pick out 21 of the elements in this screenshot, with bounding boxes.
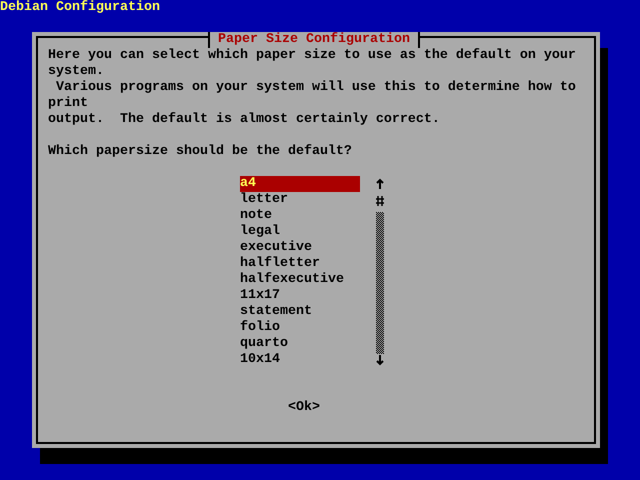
description-line: Various programs on your system will use this to determine how to	[54, 80, 577, 96]
description-line: output. The default is almost certainly correct.	[48, 112, 441, 128]
description-line: Here you can select which paper size to use as the default on your	[48, 48, 577, 64]
list-option[interactable]: halfexecutive	[240, 272, 360, 288]
list-option[interactable]: executive	[240, 240, 360, 256]
list-option[interactable]: a4	[240, 176, 360, 192]
screen-title: Debian Configuration	[0, 0, 161, 16]
list-option[interactable]: statement	[240, 304, 360, 320]
list-option[interactable]: letter	[240, 192, 360, 208]
list-option[interactable]: folio	[240, 320, 360, 336]
list-option[interactable]: legal	[240, 224, 360, 240]
list-option[interactable]: note	[240, 208, 360, 224]
question-text: Which papersize should be the default?	[48, 144, 353, 160]
list-option[interactable]: 11x17	[240, 288, 360, 304]
description-line: system.	[48, 64, 105, 80]
list-option[interactable]: 10x14	[240, 352, 360, 368]
ok-button[interactable]: <Ok>	[288, 400, 320, 416]
list-option[interactable]: quarto	[240, 336, 360, 352]
list-option[interactable]: halfletter	[240, 256, 360, 272]
dialog-title: Paper Size Configuration	[208, 32, 420, 48]
description-line: print	[48, 96, 89, 112]
